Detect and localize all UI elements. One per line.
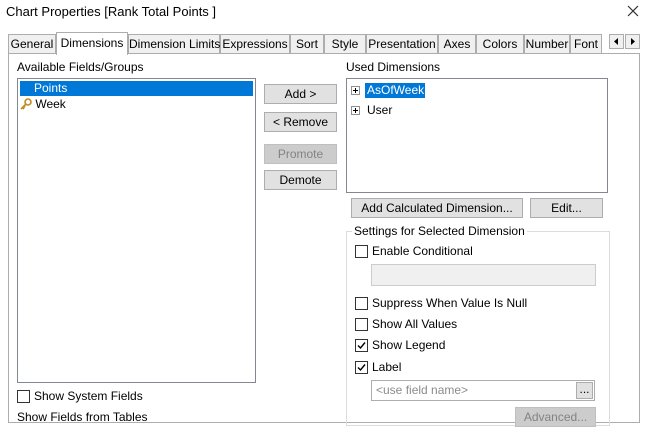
expand-icon[interactable] bbox=[351, 104, 360, 118]
advanced-button[interactable]: Advanced... bbox=[515, 407, 596, 427]
add-button[interactable]: Add > bbox=[264, 84, 337, 104]
close-icon[interactable] bbox=[624, 2, 642, 20]
checkbox-box bbox=[17, 389, 30, 403]
suppress-null-checkbox[interactable]: Suppress When Value Is Null bbox=[355, 296, 527, 310]
list-item-label: Week bbox=[35, 97, 66, 111]
tab-scroll-right-icon[interactable] bbox=[625, 34, 640, 49]
list-item-week[interactable]: Week bbox=[20, 97, 253, 112]
used-dimensions-list[interactable]: AsOfWeek User bbox=[346, 78, 608, 193]
tab-dimension-limits[interactable]: Dimension Limits bbox=[128, 34, 220, 53]
show-legend-label: Show Legend bbox=[372, 338, 446, 352]
demote-button[interactable]: Demote bbox=[264, 170, 337, 190]
checkmark-icon bbox=[357, 341, 366, 349]
window-title: Chart Properties [Rank Total Points ] bbox=[6, 4, 217, 19]
tab-general[interactable]: General bbox=[8, 34, 56, 53]
tab-style[interactable]: Style bbox=[324, 34, 366, 53]
promote-button[interactable]: Promote bbox=[264, 144, 337, 164]
show-system-fields-label: Show System Fields bbox=[34, 389, 143, 403]
checkbox-box bbox=[355, 360, 368, 374]
tab-number[interactable]: Number bbox=[524, 34, 570, 53]
list-item-user[interactable]: User bbox=[365, 103, 392, 118]
label-checkbox[interactable]: Label bbox=[355, 360, 401, 374]
label-checkbox-label: Label bbox=[372, 360, 402, 374]
list-item-points[interactable]: Points bbox=[20, 81, 253, 96]
tab-axes[interactable]: Axes bbox=[438, 34, 476, 53]
tab-font[interactable]: Font bbox=[570, 34, 602, 53]
tab-strip: General Dimensions Dimension Limits Expr… bbox=[8, 32, 640, 55]
tab-presentation[interactable]: Presentation bbox=[366, 34, 438, 53]
tab-dimensions[interactable]: Dimensions bbox=[56, 32, 128, 55]
label-input[interactable]: <use field name> ... bbox=[371, 380, 595, 401]
edit-button[interactable]: Edit... bbox=[530, 198, 603, 218]
enable-conditional-checkbox[interactable]: Enable Conditional bbox=[355, 244, 473, 258]
enable-conditional-label: Enable Conditional bbox=[372, 244, 473, 258]
add-calculated-dimension-button[interactable]: Add Calculated Dimension... bbox=[351, 198, 523, 218]
checkbox-box bbox=[355, 296, 368, 310]
tab-colors[interactable]: Colors bbox=[476, 34, 524, 53]
expand-icon[interactable] bbox=[351, 84, 360, 98]
remove-button[interactable]: < Remove bbox=[264, 112, 337, 132]
show-fields-from-tables-label: Show Fields from Tables bbox=[17, 410, 148, 424]
label-input-placeholder: <use field name> bbox=[376, 383, 469, 397]
checkbox-box bbox=[355, 244, 368, 258]
title-bar: Chart Properties [Rank Total Points ] bbox=[0, 0, 648, 26]
browse-button[interactable]: ... bbox=[576, 382, 593, 399]
checkmark-icon bbox=[357, 363, 366, 371]
available-fields-label: Available Fields/Groups bbox=[17, 60, 144, 74]
show-all-values-label: Show All Values bbox=[372, 317, 458, 331]
conditional-expression-field bbox=[371, 264, 596, 286]
show-system-fields-checkbox[interactable]: Show System Fields bbox=[17, 389, 143, 403]
used-dimensions-label: Used Dimensions bbox=[346, 60, 441, 74]
list-item-label: Points bbox=[34, 81, 68, 95]
show-legend-checkbox[interactable]: Show Legend bbox=[355, 338, 445, 352]
tab-expressions[interactable]: Expressions bbox=[220, 34, 290, 53]
settings-group-title: Settings for Selected Dimension bbox=[352, 224, 527, 238]
checkbox-box bbox=[355, 338, 368, 352]
checkbox-box bbox=[355, 317, 368, 331]
list-item-asofweek[interactable]: AsOfWeek bbox=[365, 83, 425, 98]
tab-sort[interactable]: Sort bbox=[290, 34, 324, 53]
show-all-values-checkbox[interactable]: Show All Values bbox=[355, 317, 457, 331]
tab-scroll-left-icon[interactable] bbox=[609, 34, 624, 49]
suppress-null-label: Suppress When Value Is Null bbox=[372, 296, 528, 310]
key-icon bbox=[20, 98, 32, 110]
available-fields-list[interactable]: Points Week bbox=[17, 78, 256, 383]
